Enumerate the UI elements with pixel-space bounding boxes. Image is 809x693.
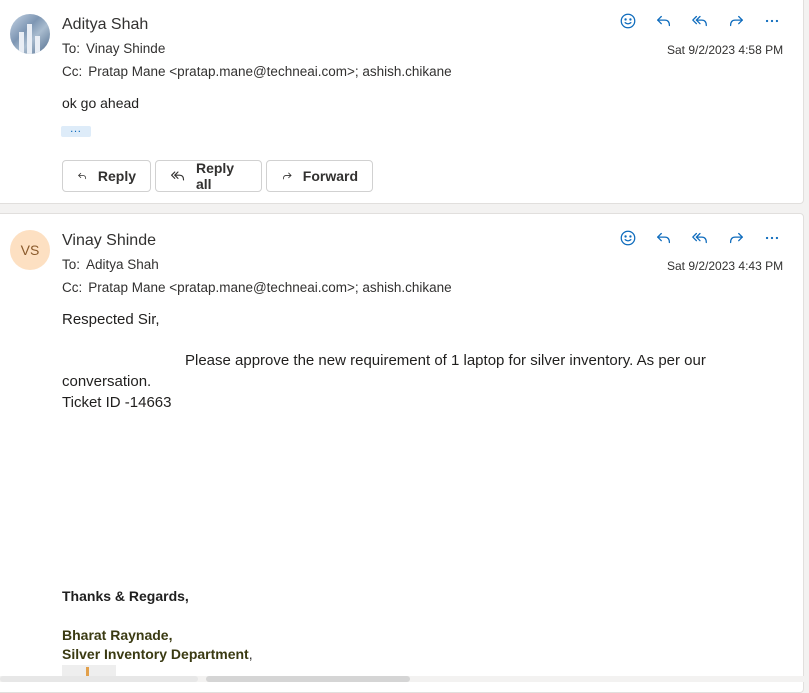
cc-line: Cc: Pratap Mane <pratap.mane@techneai.com… — [62, 64, 452, 79]
forward-icon — [282, 172, 292, 180]
sender-name[interactable]: Vinay Shinde — [62, 232, 156, 250]
more-icon[interactable] — [760, 10, 784, 32]
message-body-line: conversation. — [62, 373, 152, 390]
message-date: Sat 9/2/2023 4:43 PM — [667, 259, 784, 273]
cc-label: Cc: — [62, 64, 83, 79]
reply-all-icon — [171, 171, 185, 181]
to-recipient[interactable]: Vinay Shinde — [86, 41, 165, 56]
reply-all-button-label: Reply all — [195, 160, 235, 192]
message-body: ok go ahead — [62, 95, 140, 111]
forward-button[interactable]: Forward — [266, 160, 373, 192]
to-line: To: Aditya Shah — [62, 257, 159, 272]
cc-label: Cc: — [62, 280, 83, 295]
sender-avatar[interactable] — [10, 14, 50, 54]
reply-icon[interactable] — [652, 227, 676, 249]
reply-button-label: Reply — [97, 168, 136, 184]
more-icon[interactable] — [760, 227, 784, 249]
to-label: To: — [62, 41, 81, 56]
ticket-id: Ticket ID -14663 — [62, 394, 172, 411]
message-date: Sat 9/2/2023 4:58 PM — [667, 43, 784, 57]
reply-icon — [78, 172, 87, 180]
signature-department-comma: , — [248, 646, 253, 662]
cc-line: Cc: Pratap Mane <pratap.mane@techneai.com… — [62, 280, 452, 295]
reply-all-icon[interactable] — [688, 10, 712, 32]
forward-button-label: Forward — [302, 168, 358, 184]
sender-avatar[interactable]: VS — [10, 230, 50, 270]
reply-icon[interactable] — [652, 10, 676, 32]
message-actions — [616, 227, 784, 249]
signoff: Thanks & Regards, — [62, 588, 189, 604]
cc-recipients[interactable]: Pratap Mane <pratap.mane@techneai.com>; … — [88, 280, 451, 295]
forward-icon[interactable] — [724, 227, 748, 249]
to-recipient[interactable]: Aditya Shah — [86, 257, 159, 272]
sender-name[interactable]: Aditya Shah — [62, 16, 148, 34]
message-actions — [616, 10, 784, 32]
scrollbar-track-segment[interactable] — [0, 676, 198, 682]
signature-department-name: Silver Inventory Department — [62, 646, 249, 662]
smiley-icon[interactable] — [616, 10, 640, 32]
smiley-icon[interactable] — [616, 227, 640, 249]
signature-name: Bharat Raynade, — [62, 627, 173, 643]
signature-department: Silver Inventory Department, — [62, 646, 253, 662]
to-label: To: — [62, 257, 81, 272]
reply-all-button[interactable]: Reply all — [155, 160, 262, 192]
show-quoted-text-button[interactable]: … — [61, 122, 91, 137]
cc-recipients[interactable]: Pratap Mane <pratap.mane@techneai.com>; … — [88, 64, 451, 79]
message-body-line: Please approve the new requirement of 1 … — [185, 352, 706, 369]
message-greeting: Respected Sir, — [62, 311, 160, 328]
scrollbar-thumb[interactable] — [206, 676, 410, 682]
forward-icon[interactable] — [724, 10, 748, 32]
reply-all-icon[interactable] — [688, 227, 712, 249]
reply-button[interactable]: Reply — [62, 160, 151, 192]
to-line: To: Vinay Shinde — [62, 41, 165, 56]
